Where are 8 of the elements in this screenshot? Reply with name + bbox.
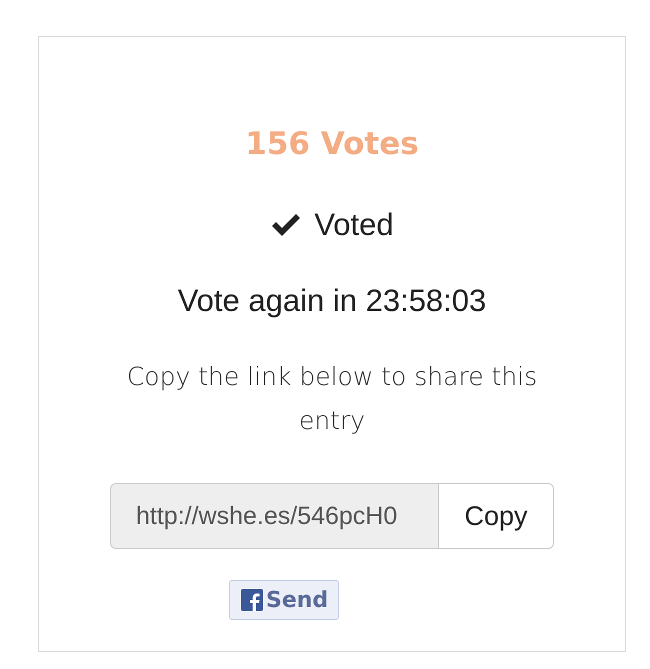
link-field[interactable]: http://wshe.es/546pcH0 [110,483,438,549]
facebook-icon [241,589,263,611]
share-prompt: Copy the link below to share this entry [126,361,538,437]
voted-label: Voted [314,207,394,243]
copy-button[interactable]: Copy [438,483,554,549]
countdown-text: Vote again in 23:58:03 [178,283,486,319]
vote-count: 156 Votes [245,125,419,163]
facebook-send-button[interactable]: Send [229,580,340,620]
